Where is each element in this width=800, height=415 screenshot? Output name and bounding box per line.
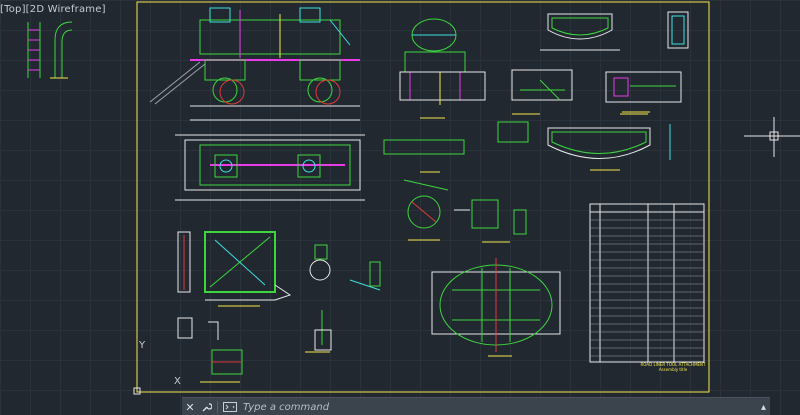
command-history-chevron-icon[interactable]: ▴ <box>761 402 766 413</box>
drawing-canvas <box>27 1 710 395</box>
command-prompt-icon[interactable] <box>223 402 237 412</box>
cursor-crosshair <box>744 117 800 157</box>
title-block-subtitle: Assembly title <box>658 367 688 372</box>
close-icon[interactable]: ✕ <box>182 399 198 415</box>
model-viewport[interactable]: [Top][2D Wireframe] ROAD LINER TOOL ATTA… <box>0 0 800 415</box>
ladder-detail <box>27 21 73 79</box>
tank-bottom-view <box>431 258 561 352</box>
ucs-x-axis-label: X <box>174 376 181 387</box>
tank-front-view <box>399 18 486 105</box>
wrench-icon[interactable] <box>198 399 214 415</box>
parts-list-table <box>589 203 705 363</box>
command-line[interactable]: ✕ ▴ <box>182 397 770 415</box>
frame-detail <box>177 231 292 301</box>
bracket-parts <box>177 244 381 375</box>
title-block: ROAD LINER TOOL ATTACHMENT Assembly titl… <box>640 362 706 372</box>
small-parts <box>383 139 527 235</box>
detail-views-right <box>497 69 682 160</box>
ucs-y-axis-label: Y <box>139 340 146 351</box>
command-separator <box>217 401 218 413</box>
trailer-side-view <box>149 7 360 121</box>
bowl-section <box>540 11 689 51</box>
command-input[interactable] <box>241 400 665 414</box>
trailer-top-view <box>175 134 365 201</box>
